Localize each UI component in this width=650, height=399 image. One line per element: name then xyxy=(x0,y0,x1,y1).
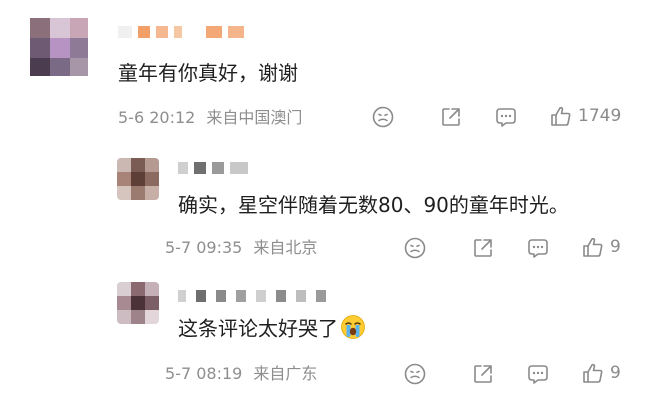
avatar[interactable] xyxy=(30,18,88,76)
comment-date: 5-7 09:35 xyxy=(165,238,243,257)
emoji-reaction-button[interactable] xyxy=(404,363,426,385)
comment-1: 童年有你真好，谢谢 5-6 20:12 来自中国澳门 1749 xyxy=(0,0,650,140)
comment-meta: 5-7 09:35 来自北京 xyxy=(165,238,317,258)
comment-3: 这条评论太好哭了 5-7 08:19 来自广东 9 xyxy=(0,270,650,399)
smiley-face-icon xyxy=(372,106,394,128)
username-blurred[interactable] xyxy=(118,26,244,38)
thumbs-up-icon xyxy=(583,237,603,257)
like-count: 1749 xyxy=(578,106,622,126)
comment-location: 来自中国澳门 xyxy=(206,108,303,127)
share-button[interactable] xyxy=(472,237,494,259)
comment-text-content: 这条评论太好哭了 xyxy=(178,316,338,341)
share-icon xyxy=(442,108,460,126)
reply-button[interactable] xyxy=(527,363,549,385)
smiley-face-icon xyxy=(404,237,426,259)
username-blurred[interactable] xyxy=(178,162,248,174)
comment-text: 这条评论太好哭了 xyxy=(178,314,366,346)
share-icon xyxy=(474,239,492,257)
like-button[interactable]: 9 xyxy=(582,236,621,258)
comment-location: 来自广东 xyxy=(253,364,318,383)
like-count: 9 xyxy=(610,363,621,383)
reply-button[interactable] xyxy=(527,237,549,259)
comment-meta: 5-6 20:12 来自中国澳门 xyxy=(118,108,302,128)
avatar[interactable] xyxy=(117,158,159,200)
comment-date: 5-6 20:12 xyxy=(118,108,196,127)
loudly-crying-face-emoji xyxy=(340,314,366,346)
like-button[interactable]: 9 xyxy=(582,362,621,384)
comment-bubble-icon xyxy=(528,365,548,384)
comment-bubble-icon xyxy=(496,108,516,127)
comment-location: 来自北京 xyxy=(253,238,318,257)
avatar[interactable] xyxy=(117,282,159,324)
thumbs-up-icon xyxy=(583,363,603,383)
comment-meta: 5-7 08:19 来自广东 xyxy=(165,364,317,384)
smiley-face-icon xyxy=(404,363,426,385)
comment-2: 确实，星空伴随着无数80、90的童年时光。 5-7 09:35 来自北京 9 xyxy=(0,140,650,270)
comment-text: 确实，星空伴随着无数80、90的童年时光。 xyxy=(178,193,569,217)
username-blurred[interactable] xyxy=(178,290,326,302)
comment-date: 5-7 08:19 xyxy=(165,364,243,383)
comment-bubble-icon xyxy=(528,239,548,258)
share-button[interactable] xyxy=(472,363,494,385)
emoji-reaction-button[interactable] xyxy=(404,237,426,259)
like-count: 9 xyxy=(610,237,621,257)
reply-button[interactable] xyxy=(495,106,517,128)
emoji-reaction-button[interactable] xyxy=(372,106,394,128)
share-icon xyxy=(474,365,492,383)
comment-text: 童年有你真好，谢谢 xyxy=(118,61,298,85)
share-button[interactable] xyxy=(440,106,462,128)
like-button[interactable]: 1749 xyxy=(550,105,621,127)
thumbs-up-icon xyxy=(551,106,571,126)
